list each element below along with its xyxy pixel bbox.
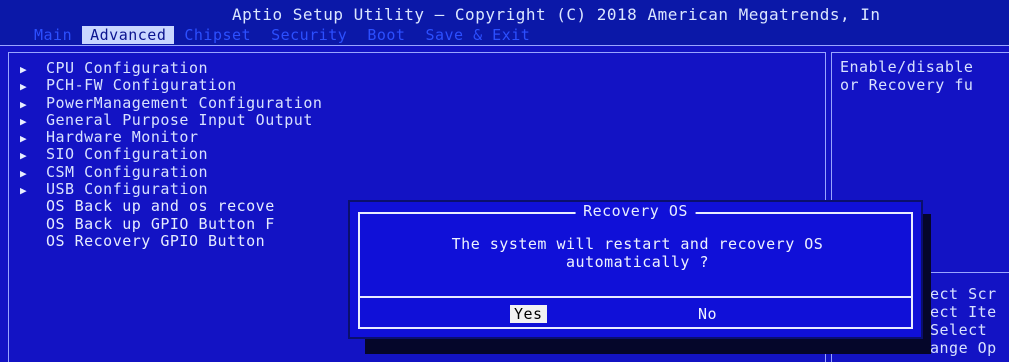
tab-chipset[interactable]: Chipset bbox=[174, 26, 261, 44]
submenu-arrow-icon: ▶ bbox=[20, 80, 28, 94]
recovery-os-dialog: Recovery OS The system will restart and … bbox=[348, 200, 923, 339]
menu-item-os-backup-gpio-button[interactable]: OS Back up GPIO Button F bbox=[20, 215, 322, 233]
tab-advanced[interactable]: Advanced bbox=[82, 26, 175, 44]
submenu-arrow-icon: ▶ bbox=[20, 63, 28, 76]
advanced-menu: ▶ CPU Configuration ▶ PCH-FW Configuration… bbox=[20, 60, 322, 250]
dialog-title: Recovery OS bbox=[575, 202, 696, 220]
menu-item-cpu-configuration[interactable]: ▶ CPU Configuration bbox=[20, 60, 322, 77]
menu-item-general-purpose-input-output[interactable]: ▶ General Purpose Input Output bbox=[20, 110, 322, 129]
dialog-separator bbox=[358, 296, 913, 298]
menu-item-label: USB Configuration bbox=[46, 180, 209, 199]
menu-item-label: PCH-FW Configuration bbox=[46, 76, 237, 95]
submenu-arrow-icon: ▶ bbox=[20, 149, 28, 163]
header-bar: Aptio Setup Utility – Copyright (C) 2018… bbox=[0, 0, 1009, 46]
no-button[interactable]: No bbox=[694, 305, 721, 323]
key-legend-line-4: ange Op bbox=[930, 339, 997, 357]
submenu-arrow-icon: ▶ bbox=[20, 184, 28, 198]
tab-boot[interactable]: Boot bbox=[357, 26, 415, 44]
window-title: Aptio Setup Utility – Copyright (C) 2018… bbox=[232, 5, 881, 24]
tab-security[interactable]: Security bbox=[261, 26, 357, 44]
menu-item-hardware-monitor[interactable]: ▶ Hardware Monitor bbox=[20, 129, 322, 146]
dialog-message-line-1: The system will restart and recovery OS bbox=[451, 235, 824, 253]
menu-item-os-recovery-gpio-button[interactable]: OS Recovery GPIO Button bbox=[20, 232, 322, 250]
item-help-text: Enable/disable or Recovery fu bbox=[840, 58, 973, 94]
menu-item-usb-configuration[interactable]: ▶ USB Configuration bbox=[20, 181, 322, 198]
bios-screen: Aptio Setup Utility – Copyright (C) 2018… bbox=[0, 0, 1009, 362]
tab-bar: Main Advanced Chipset Security Boot Save… bbox=[24, 26, 540, 44]
menu-item-os-backup-recovery[interactable]: OS Back up and os recove bbox=[20, 198, 322, 215]
key-legend: ect Scr ect Ite Select ange Op bbox=[930, 285, 997, 357]
dialog-message: The system will restart and recovery OS … bbox=[350, 235, 925, 271]
menu-item-label: SIO Configuration bbox=[46, 145, 209, 164]
menu-item-label: CPU Configuration bbox=[46, 59, 209, 77]
menu-item-label: General Purpose Input Output bbox=[46, 110, 313, 129]
submenu-arrow-icon: ▶ bbox=[20, 132, 28, 146]
submenu-arrow-icon: ▶ bbox=[20, 114, 28, 128]
yes-button[interactable]: Yes bbox=[510, 305, 547, 323]
dialog-message-line-2: automatically ? bbox=[566, 253, 709, 271]
menu-item-label: Hardware Monitor bbox=[46, 128, 199, 147]
key-legend-line-1: ect Scr bbox=[930, 285, 997, 303]
tab-save-exit[interactable]: Save & Exit bbox=[415, 26, 540, 44]
key-legend-line-2: ect Ite bbox=[930, 303, 997, 321]
help-line-2: or Recovery fu bbox=[840, 76, 974, 94]
help-line-1: Enable/disable bbox=[840, 58, 974, 76]
menu-item-power-management-configuration[interactable]: ▶ PowerManagement Configuration bbox=[20, 93, 323, 112]
tab-main[interactable]: Main bbox=[24, 26, 82, 44]
submenu-arrow-icon: ▶ bbox=[20, 97, 28, 111]
menu-item-label: PowerManagement Configuration bbox=[46, 93, 323, 112]
menu-item-csm-configuration[interactable]: ▶ CSM Configuration bbox=[20, 162, 322, 181]
menu-item-label: CSM Configuration bbox=[46, 162, 209, 181]
menu-item-pch-fw-configuration[interactable]: ▶ PCH-FW Configuration bbox=[20, 77, 322, 94]
menu-item-sio-configuration[interactable]: ▶ SIO Configuration bbox=[20, 146, 322, 163]
submenu-arrow-icon: ▶ bbox=[20, 166, 28, 180]
key-legend-line-3: Select bbox=[930, 321, 988, 339]
